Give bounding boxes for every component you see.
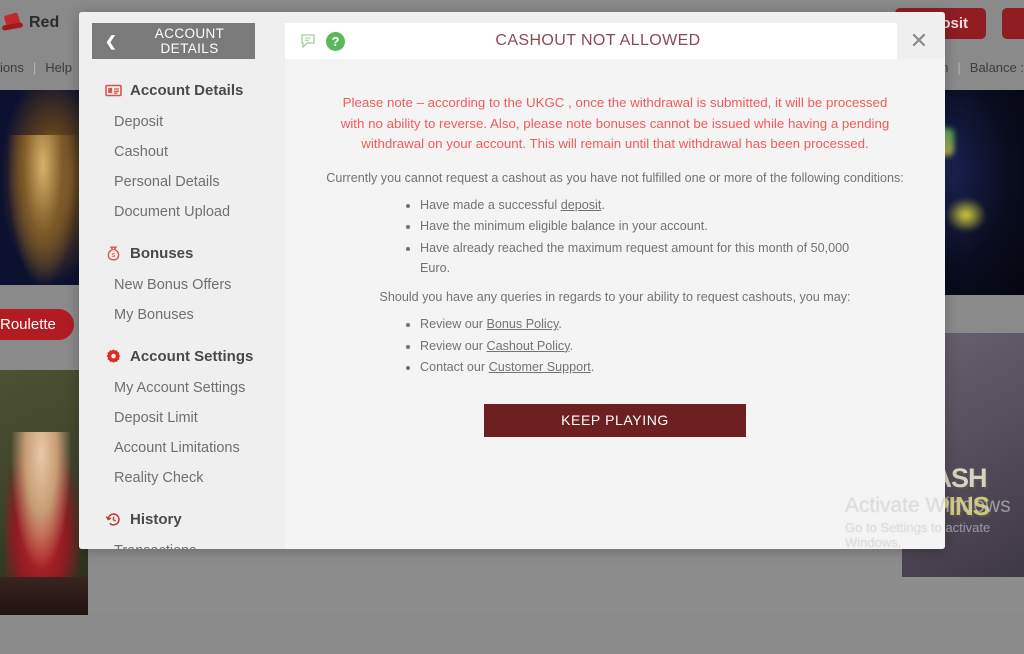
- modal-title-icons: ?: [301, 32, 345, 51]
- customer-support-link[interactable]: Customer Support: [489, 360, 591, 374]
- deposit-button-edge: [1002, 8, 1024, 39]
- sidebar-item-document-upload[interactable]: Document Upload: [79, 197, 285, 227]
- sidebar-item-my-account-settings[interactable]: My Account Settings: [79, 373, 285, 403]
- list-item: Have the minimum eligible balance in you…: [420, 216, 850, 236]
- chat-icon[interactable]: [301, 34, 316, 48]
- sidebar-item-account-limitations[interactable]: Account Limitations: [79, 433, 285, 463]
- sub-nav-help[interactable]: Help: [45, 60, 72, 75]
- conditions-list: Have made a successful deposit. Have the…: [380, 195, 850, 279]
- help-icon[interactable]: ?: [326, 32, 345, 51]
- sidebar-item-my-bonuses[interactable]: My Bonuses: [79, 300, 285, 330]
- sub-nav-promotions[interactable]: ions: [0, 60, 24, 75]
- back-button-label: ACCOUNT DETAILS: [124, 26, 255, 56]
- condition-text: Have the minimum eligible balance in you…: [420, 219, 708, 233]
- query-text: Review our: [420, 317, 487, 331]
- sidebar-item-new-bonus-offers[interactable]: New Bonus Offers: [79, 270, 285, 300]
- query-suffix: .: [591, 360, 595, 374]
- sidebar-group-label: History: [130, 511, 182, 528]
- condition-text: Have made a successful: [420, 198, 561, 212]
- bonus-policy-link[interactable]: Bonus Policy: [487, 317, 559, 331]
- list-item: Have made a successful deposit.: [420, 195, 850, 215]
- sidebar-item-cashout[interactable]: Cashout: [79, 137, 285, 167]
- tile-glow: [946, 198, 986, 232]
- money-bag-icon: S: [105, 245, 122, 262]
- gear-icon: [105, 348, 122, 365]
- sidebar-item-transactions[interactable]: Transactions: [79, 536, 285, 549]
- queries-list: Review our Bonus Policy. Review our Cash…: [380, 314, 850, 377]
- svg-text:S: S: [112, 253, 116, 259]
- sidebar-group-bonuses[interactable]: S Bonuses: [79, 237, 285, 270]
- query-suffix: .: [570, 339, 574, 353]
- modal-title: CASHOUT NOT ALLOWED: [345, 32, 851, 50]
- sidebar-group-history[interactable]: History: [79, 503, 285, 536]
- cashout-policy-link[interactable]: Cashout Policy: [487, 339, 570, 353]
- keep-playing-button[interactable]: KEEP PLAYING: [484, 404, 746, 437]
- clock-history-icon: [105, 511, 122, 528]
- list-item: Have already reached the maximum request…: [420, 238, 850, 279]
- sidebar-item-deposit[interactable]: Deposit: [79, 107, 285, 137]
- sub-nav-divider: |: [33, 60, 36, 75]
- conditions-lead-text: Currently you cannot request a cashout a…: [325, 171, 905, 185]
- queries-lead-text: Should you have any queries in regards t…: [325, 290, 905, 304]
- back-to-account-details-button[interactable]: ❮ ACCOUNT DETAILS: [92, 23, 255, 59]
- condition-text: Have already reached the maximum request…: [420, 241, 849, 275]
- site-logo[interactable]: Red: [2, 13, 59, 33]
- game-tile-cleopatra[interactable]: [0, 90, 88, 285]
- list-item: Review our Cashout Policy.: [420, 336, 850, 356]
- query-suffix: .: [558, 317, 562, 331]
- cashout-not-allowed-modal: ❮ ACCOUNT DETAILS ? CASHOUT NOT ALLOWED …: [79, 12, 945, 549]
- sidebar-group-account-settings[interactable]: Account Settings: [79, 340, 285, 373]
- magician-hat-icon: [2, 13, 24, 33]
- list-item: Contact our Customer Support.: [420, 357, 850, 377]
- sidebar-group-label: Bonuses: [130, 245, 193, 262]
- modal-content: Please note – according to the UKGC , on…: [285, 59, 945, 549]
- balance-label: Balance: [970, 60, 1017, 75]
- keep-playing-wrapper: KEEP PLAYING: [325, 404, 905, 437]
- chevron-left-icon: ❮: [105, 34, 117, 48]
- id-card-icon: [105, 82, 122, 99]
- account-sidebar: Account Details Deposit Cashout Personal…: [79, 59, 285, 549]
- tiles-bottom-strip: [0, 615, 1024, 654]
- condition-suffix: .: [601, 198, 605, 212]
- sidebar-item-deposit-limit[interactable]: Deposit Limit: [79, 403, 285, 433]
- site-logo-text: Red: [29, 14, 59, 32]
- withdrawal-warning-text: Please note – according to the UKGC , on…: [335, 93, 895, 155]
- modal-title-bar: ? CASHOUT NOT ALLOWED: [285, 23, 897, 59]
- sidebar-group-label: Account Settings: [130, 348, 253, 365]
- balance-colon: :: [1017, 60, 1024, 75]
- modal-top-strip: ❮ ACCOUNT DETAILS ? CASHOUT NOT ALLOWED …: [79, 12, 945, 59]
- list-item: Review our Bonus Policy.: [420, 314, 850, 334]
- roulette-category-badge[interactable]: Roulette: [0, 309, 74, 340]
- sidebar-group-account-details[interactable]: Account Details: [79, 74, 285, 107]
- user-divider: |: [957, 60, 960, 75]
- deposit-link[interactable]: deposit: [561, 198, 602, 212]
- query-text: Contact our: [420, 360, 489, 374]
- game-tile-bottom-left[interactable]: [0, 577, 88, 615]
- sub-nav-left: ions | Help: [0, 60, 72, 75]
- query-text: Review our: [420, 339, 487, 353]
- close-icon[interactable]: ✕: [907, 30, 931, 54]
- sidebar-item-personal-details[interactable]: Personal Details: [79, 167, 285, 197]
- sidebar-group-label: Account Details: [130, 82, 243, 99]
- sidebar-item-reality-check[interactable]: Reality Check: [79, 463, 285, 493]
